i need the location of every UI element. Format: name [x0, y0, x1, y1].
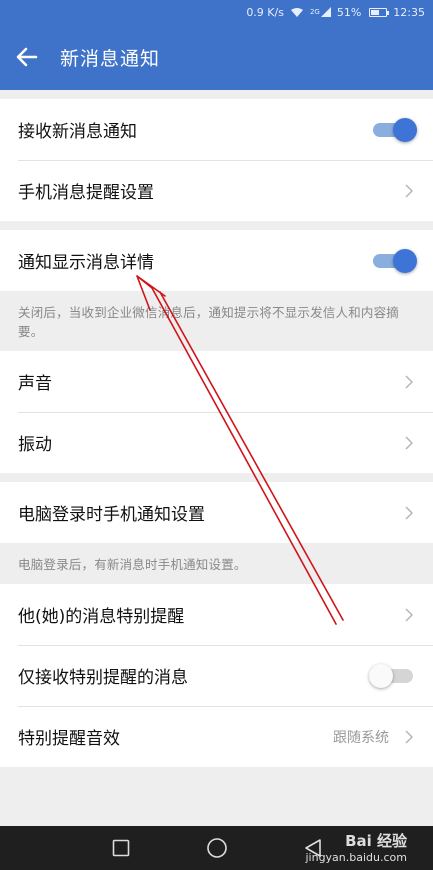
watermark: Bai 经验 jingyan.baidu.com — [305, 830, 407, 864]
clock: 12:35 — [393, 5, 425, 19]
arrow-left-icon[interactable] — [14, 44, 40, 70]
pc-login-row[interactable]: 电脑登录时手机通知设置 — [0, 482, 433, 543]
special-sound-value: 跟随系统 — [333, 729, 389, 746]
only-special-row[interactable]: 仅接收特别提醒的消息 — [0, 645, 433, 706]
special-remind-row[interactable]: 他(她)的消息特别提醒 — [0, 584, 433, 645]
signal-icon: 2G — [310, 7, 331, 17]
pc-login-hint: 电脑登录后，有新消息时手机通知设置。 — [0, 543, 433, 584]
receive-new-label: 接收新消息通知 — [18, 122, 137, 142]
pc-login-label: 电脑登录时手机通知设置 — [18, 505, 205, 525]
chevron-right-icon — [403, 374, 415, 390]
chevron-right-icon — [403, 607, 415, 623]
page-title: 新消息通知 — [60, 47, 161, 70]
chevron-right-icon — [403, 183, 415, 199]
status-bar: 0.9 K/s 2G 51% 12:35 — [0, 0, 433, 24]
app-bar: 新消息通知 — [0, 24, 433, 90]
phone-reminder-row[interactable]: 手机消息提醒设置 — [0, 160, 433, 221]
show-details-toggle[interactable] — [371, 248, 417, 273]
chevron-right-icon — [403, 435, 415, 451]
sound-label: 声音 — [18, 374, 52, 394]
network-badge: 2G — [309, 8, 320, 16]
special-remind-label: 他(她)的消息特别提醒 — [18, 607, 185, 627]
vibrate-row[interactable]: 振动 — [0, 412, 433, 473]
sound-row[interactable]: 声音 — [0, 351, 433, 412]
home-circle-icon[interactable] — [206, 837, 228, 859]
watermark-url: jingyan.baidu.com — [305, 851, 407, 864]
show-details-label: 通知显示消息详情 — [18, 253, 154, 273]
only-special-label: 仅接收特别提醒的消息 — [18, 668, 188, 688]
chevron-right-icon — [403, 505, 415, 521]
network-speed: 0.9 K/s — [246, 5, 284, 19]
watermark-brand: Bai 经验 — [345, 832, 407, 850]
recent-apps-square-icon[interactable] — [110, 837, 132, 859]
show-details-hint: 关闭后，当收到企业微信消息后，通知提示将不显示发信人和内容摘要。 — [0, 291, 433, 351]
only-special-toggle[interactable] — [369, 663, 415, 688]
special-sound-label: 特别提醒音效 — [18, 729, 120, 749]
system-nav-bar: Bai 经验 jingyan.baidu.com — [0, 826, 433, 870]
show-details-row[interactable]: 通知显示消息详情 — [0, 230, 433, 291]
receive-new-toggle[interactable] — [371, 117, 417, 142]
battery-percent: 51% — [336, 5, 362, 19]
chevron-right-icon — [403, 729, 415, 745]
wifi-icon — [290, 7, 304, 18]
vibrate-label: 振动 — [18, 435, 52, 455]
receive-new-row[interactable]: 接收新消息通知 — [0, 99, 433, 160]
phone-reminder-label: 手机消息提醒设置 — [18, 183, 154, 203]
battery-icon — [369, 7, 390, 17]
special-sound-row[interactable]: 特别提醒音效 跟随系统 — [0, 706, 433, 767]
